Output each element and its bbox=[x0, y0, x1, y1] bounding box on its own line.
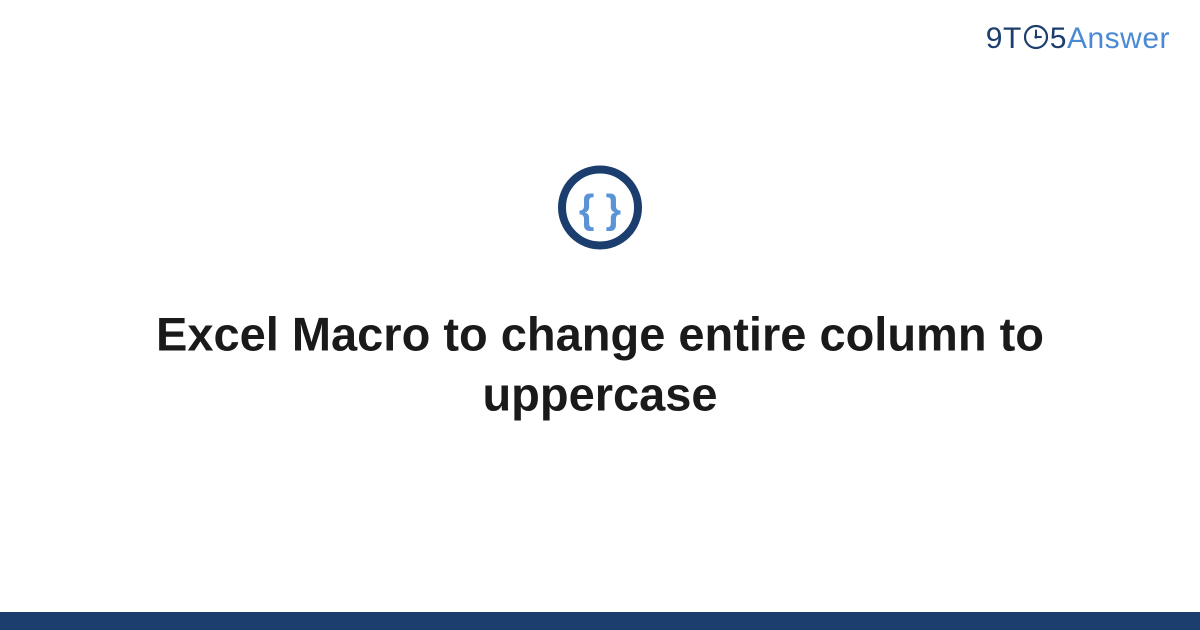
logo-text-nine: 9 bbox=[986, 22, 1003, 56]
footer-accent-bar bbox=[0, 612, 1200, 630]
code-braces-icon: { } bbox=[556, 163, 644, 256]
clock-icon bbox=[1023, 24, 1049, 50]
svg-text:{ }: { } bbox=[579, 187, 621, 231]
logo-text-answer: Answer bbox=[1067, 22, 1170, 56]
main-content: { } Excel Macro to change entire column … bbox=[0, 163, 1200, 424]
site-logo: 9 T 5 Answer bbox=[986, 22, 1170, 56]
logo-text-five: 5 bbox=[1050, 22, 1067, 56]
page-title: Excel Macro to change entire column to u… bbox=[150, 304, 1050, 424]
logo-text-t: T bbox=[1003, 22, 1022, 56]
